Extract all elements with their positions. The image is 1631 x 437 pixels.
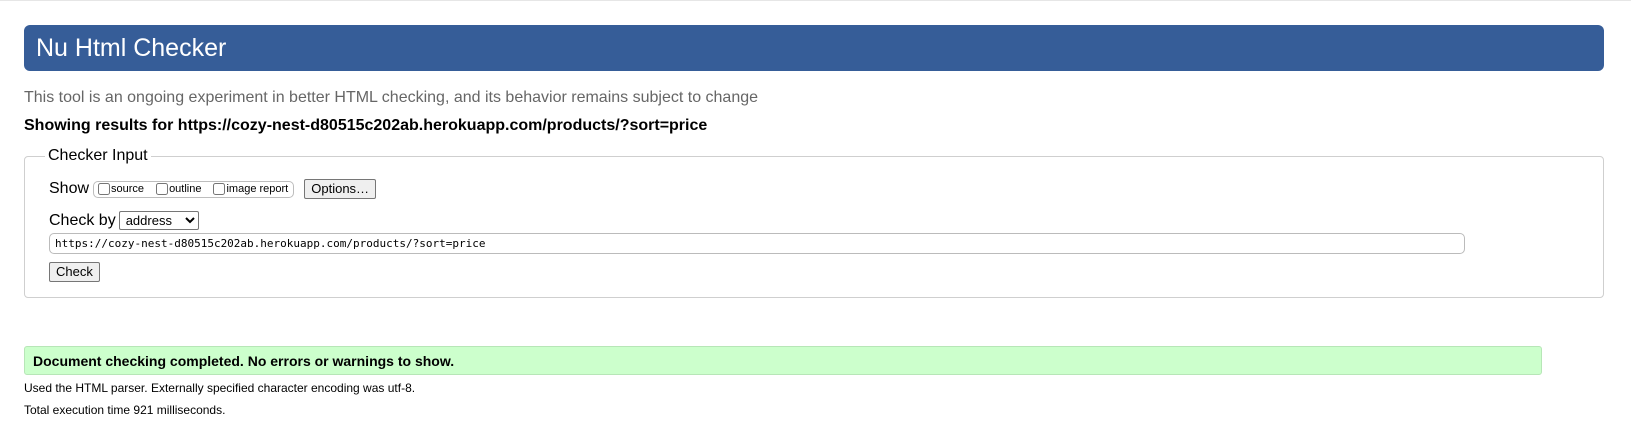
execution-time-note: Total execution time 921 milliseconds.: [24, 403, 226, 417]
show-options-group: source outline image report: [93, 180, 295, 198]
parser-note: Used the HTML parser. Externally specifi…: [24, 381, 416, 395]
header-banner: Nu Html Checker: [24, 25, 1604, 71]
outline-checkbox[interactable]: [156, 183, 169, 195]
show-source-option[interactable]: source: [98, 183, 144, 195]
source-checkbox[interactable]: [98, 183, 111, 195]
results-heading: Showing results for https://cozy-nest-d8…: [24, 117, 707, 135]
page-title: Nu Html Checker: [36, 34, 227, 62]
show-outline-option[interactable]: outline: [156, 183, 201, 195]
checker-input-fieldset: Checker Input: [24, 147, 1604, 298]
check-by-select[interactable]: address: [118, 211, 199, 230]
show-options-row: Show source outline image report Options…: [49, 178, 377, 200]
results-url: https://cozy-nest-d80515c202ab.herokuapp…: [177, 117, 708, 134]
options-button[interactable]: Options…: [304, 179, 377, 199]
show-label: Show: [49, 180, 90, 197]
show-image-report-option[interactable]: image report: [213, 183, 288, 195]
tagline: This tool is an ongoing experiment in be…: [24, 89, 759, 106]
checker-input-legend: Checker Input: [48, 147, 148, 164]
outline-checkbox-label: outline: [169, 183, 202, 195]
image-report-checkbox[interactable]: [213, 183, 226, 195]
image-report-checkbox-label: image report: [226, 183, 289, 195]
check-by-row: Check by address: [49, 211, 199, 230]
url-input[interactable]: [49, 233, 1465, 254]
success-message: Document checking completed. No errors o…: [24, 346, 1542, 375]
source-checkbox-label: source: [111, 183, 145, 195]
check-button[interactable]: Check: [49, 262, 100, 282]
check-by-label: Check by: [49, 211, 116, 229]
results-prefix: Showing results for: [24, 117, 178, 134]
